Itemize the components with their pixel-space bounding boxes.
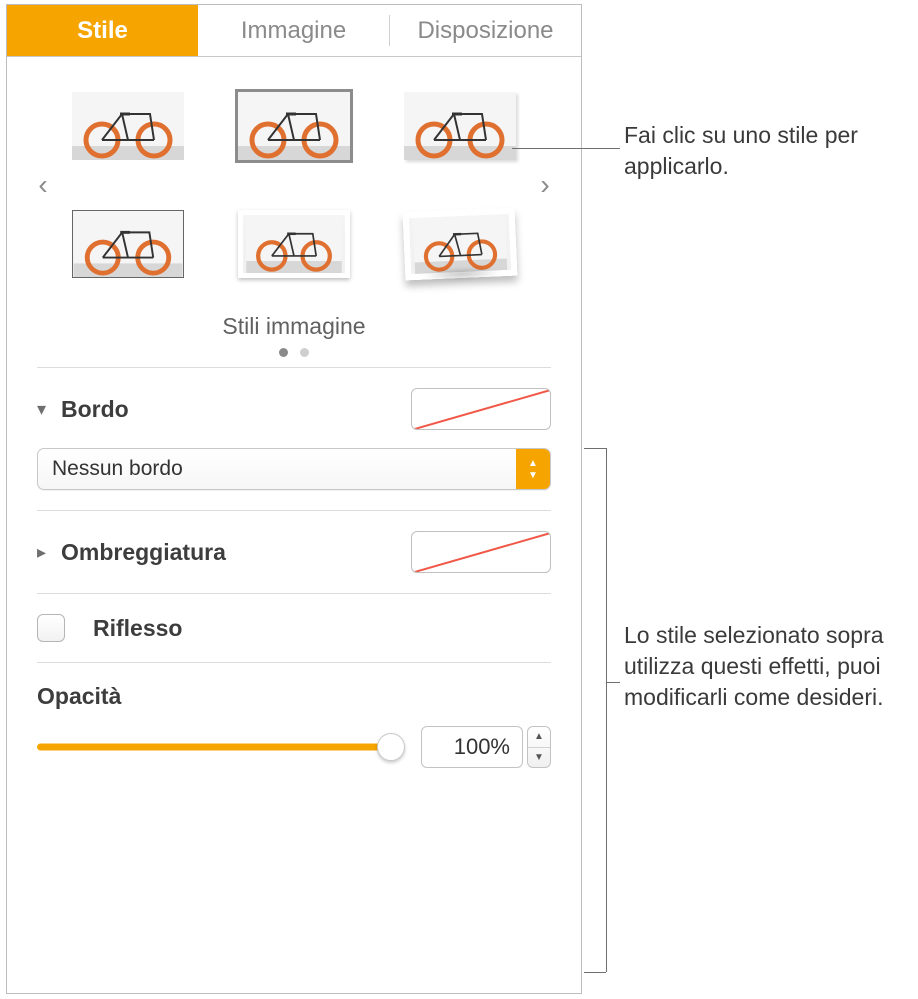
- image-styles-area: ‹: [7, 57, 581, 367]
- bicycle-icon: [243, 215, 345, 273]
- stepper-down-icon[interactable]: ▼: [528, 748, 550, 768]
- slider-knob-icon[interactable]: [377, 733, 405, 761]
- callout-bracket-bottom: [584, 972, 606, 973]
- slider-track: [37, 744, 403, 751]
- callout-lead-1: [512, 148, 620, 149]
- bicycle-icon: [404, 92, 516, 160]
- bicycle-icon: [73, 211, 183, 277]
- style-thumb-5[interactable]: [234, 205, 354, 283]
- shadow-preview-well[interactable]: [411, 531, 551, 573]
- opacity-title: Opacità: [37, 683, 121, 709]
- popup-arrows-icon: ▲▼: [516, 449, 550, 489]
- shadow-section: ▸ Ombreggiatura: [37, 510, 551, 593]
- shadow-title: Ombreggiatura: [61, 539, 226, 566]
- image-styles-label: Stili immagine: [222, 313, 365, 340]
- opacity-slider[interactable]: [37, 732, 403, 762]
- border-title: Bordo: [61, 396, 129, 423]
- styles-prev-arrow[interactable]: ‹: [28, 169, 58, 201]
- opacity-stepper: ▲ ▼: [421, 726, 551, 768]
- tab-style[interactable]: Stile: [7, 5, 198, 56]
- stepper-up-icon[interactable]: ▲: [528, 727, 550, 748]
- bicycle-icon: [409, 214, 511, 274]
- opacity-stepper-arrows: ▲ ▼: [527, 726, 551, 768]
- style-thumb-6[interactable]: [400, 205, 520, 283]
- reflection-section: Riflesso: [37, 593, 551, 662]
- border-type-popup[interactable]: Nessun bordo ▲▼: [37, 448, 551, 490]
- style-thumb-1[interactable]: [68, 87, 188, 165]
- callout-bracket-top: [584, 448, 606, 449]
- image-styles-grid: [58, 87, 530, 283]
- page-dot-2[interactable]: [300, 348, 309, 357]
- styles-next-arrow[interactable]: ›: [530, 169, 560, 201]
- opacity-field[interactable]: [421, 726, 523, 768]
- callout-bracket-mid: [606, 682, 620, 683]
- callout-text-1: Fai clic su uno stile per applicarlo.: [624, 120, 904, 182]
- style-thumb-2[interactable]: [234, 87, 354, 165]
- tab-layout[interactable]: Disposizione: [390, 5, 581, 56]
- style-thumb-4[interactable]: [68, 205, 188, 283]
- border-preview-well[interactable]: [411, 388, 551, 430]
- bicycle-icon: [238, 92, 350, 160]
- border-popup-value: Nessun bordo: [52, 457, 183, 481]
- reflection-title: Riflesso: [93, 615, 182, 642]
- callout-bracket-vert: [606, 448, 607, 972]
- border-section: ▾ Bordo Nessun bordo ▲▼: [37, 367, 551, 510]
- page-dot-1[interactable]: [279, 348, 288, 357]
- reflection-checkbox[interactable]: [37, 614, 65, 642]
- tab-image[interactable]: Immagine: [198, 5, 389, 56]
- style-thumb-3[interactable]: [400, 87, 520, 165]
- border-disclosure-icon[interactable]: ▾: [37, 399, 53, 420]
- opacity-section: Opacità ▲ ▼: [37, 662, 551, 788]
- styles-page-dots: [279, 348, 309, 357]
- shadow-disclosure-icon[interactable]: ▸: [37, 542, 53, 563]
- format-panel: Stile Immagine Disposizione ‹: [6, 4, 582, 994]
- callout-text-2: Lo stile selezionato sopra utilizza ques…: [624, 620, 914, 713]
- format-tabs: Stile Immagine Disposizione: [7, 5, 581, 57]
- bicycle-icon: [72, 92, 184, 160]
